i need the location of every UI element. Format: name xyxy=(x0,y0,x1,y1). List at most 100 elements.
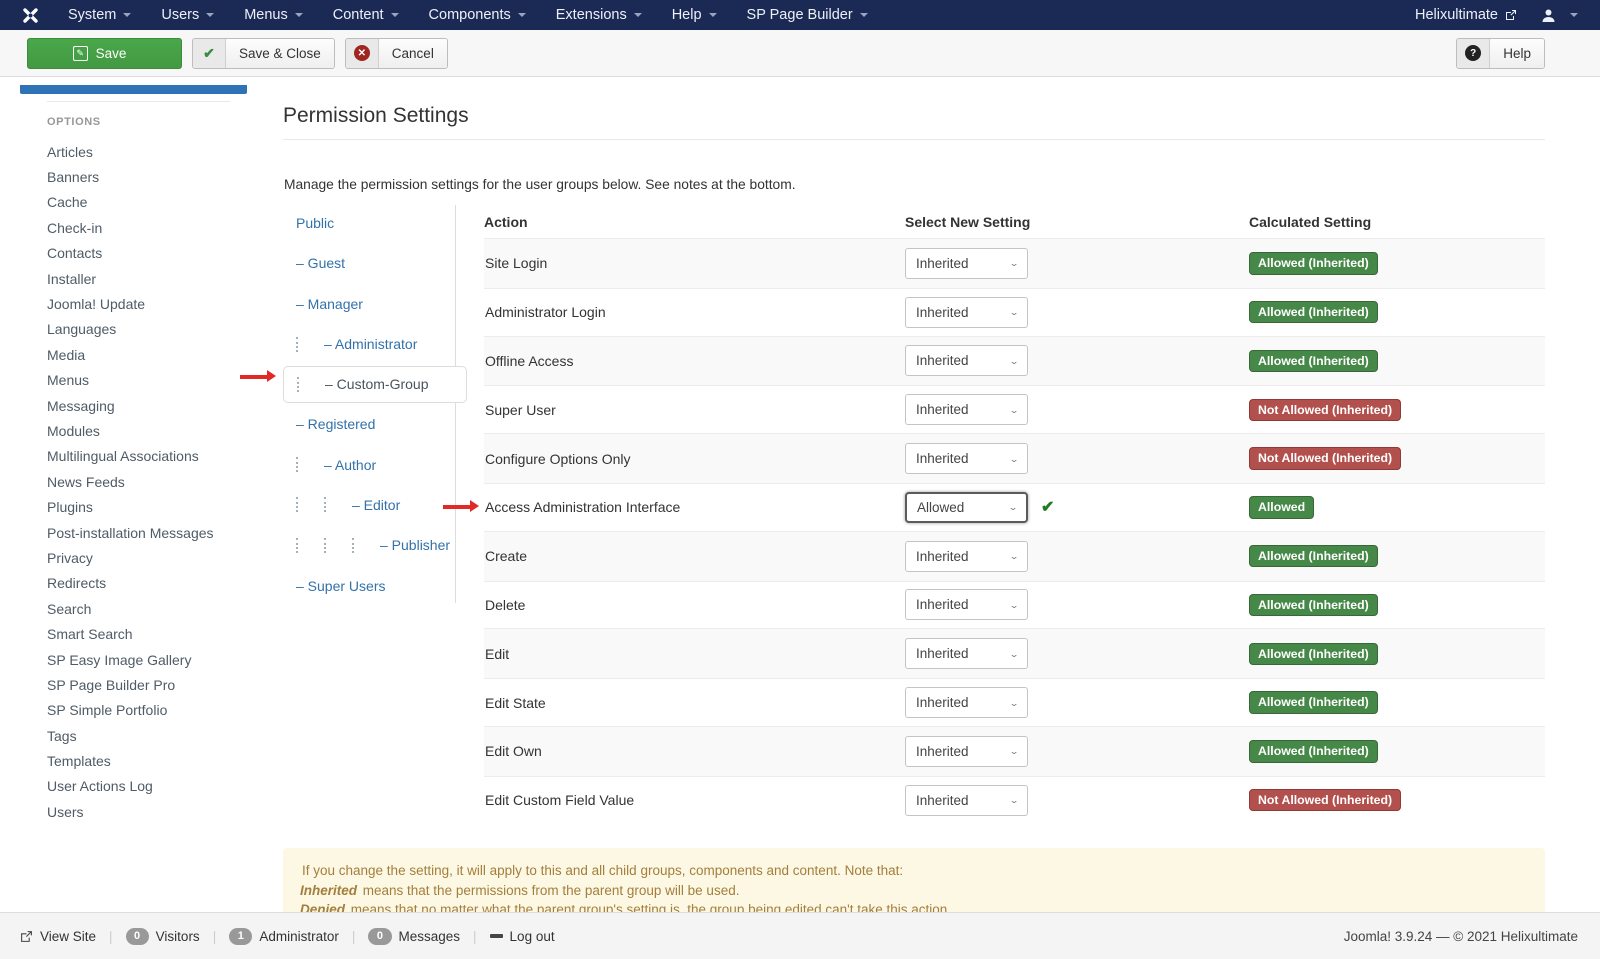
permission-row: Edit Inherited ⌄ ✔ Allowed (Inherited) xyxy=(484,629,1545,678)
menu-item[interactable]: Content xyxy=(318,0,414,30)
sidebar-item[interactable]: Articles xyxy=(47,139,262,164)
sidebar-item[interactable]: Media xyxy=(47,342,262,367)
group-link[interactable]: – Manager xyxy=(296,296,363,312)
group-link[interactable]: – Administrator xyxy=(324,336,417,352)
group-link[interactable]: – Publisher xyxy=(380,537,450,553)
sidebar-item[interactable]: Multilingual Associations xyxy=(47,444,262,469)
sidebar-item[interactable]: Check-in xyxy=(47,215,262,240)
sidebar-item[interactable]: Banners xyxy=(47,164,262,189)
sidebar-item[interactable]: Languages xyxy=(47,317,262,342)
sidebar-item[interactable]: Cache xyxy=(47,190,262,215)
administrator-status[interactable]: 1 Administrator xyxy=(229,928,339,945)
setting-select[interactable]: Inherited ⌄ xyxy=(905,297,1028,328)
sidebar-item[interactable]: Menus xyxy=(47,368,262,393)
group-link[interactable]: – Registered xyxy=(296,416,375,432)
sidebar-item[interactable]: SP Simple Portfolio xyxy=(47,698,262,723)
sidebar-item[interactable]: User Actions Log xyxy=(47,774,262,799)
sidebar-item[interactable]: SP Page Builder Pro xyxy=(47,672,262,697)
group-tree-item[interactable]: – Super Users xyxy=(283,565,455,605)
setting-select[interactable]: Inherited ⌄ xyxy=(905,443,1028,474)
setting-select-value: Inherited xyxy=(916,793,969,808)
sidebar-item-label: Modules xyxy=(47,423,100,439)
menu-item-label: Help xyxy=(672,7,702,23)
setting-select[interactable]: Inherited ⌄ xyxy=(905,638,1028,669)
sidebar-item[interactable]: Messaging xyxy=(47,393,262,418)
group-tree-item[interactable]: – Registered xyxy=(283,404,455,444)
setting-select[interactable]: Inherited ⌄ xyxy=(905,785,1028,816)
sidebar-item[interactable]: Post-installation Messages xyxy=(47,520,262,545)
sidebar-item-label: Post-installation Messages xyxy=(47,525,214,541)
group-tree-item[interactable]: – Administrator xyxy=(283,324,455,364)
select-chevron-icon: ⌄ xyxy=(1009,307,1019,317)
sidebar-item[interactable]: Installer xyxy=(47,266,262,291)
group-link[interactable]: – Guest xyxy=(296,255,345,271)
save-and-close-button[interactable]: ✔ Save & Close xyxy=(192,38,335,69)
permission-row: Site Login Inherited ⌄ ✔ Allowed (Inheri… xyxy=(484,239,1545,288)
setting-select-value: Inherited xyxy=(916,451,969,466)
tree-indent-bars xyxy=(297,377,325,392)
messages-count-badge: 0 xyxy=(368,928,391,945)
sidebar-item[interactable]: News Feeds xyxy=(47,469,262,494)
sidebar-item[interactable]: Tags xyxy=(47,723,262,748)
user-menu[interactable] xyxy=(1527,8,1600,23)
group-link[interactable]: – Author xyxy=(324,457,376,473)
calculated-setting-badge: Allowed (Inherited) xyxy=(1249,740,1378,762)
menu-item[interactable]: SP Page Builder xyxy=(732,0,883,30)
help-button[interactable]: ? Help xyxy=(1456,38,1545,69)
page-title: Permission Settings xyxy=(283,104,469,128)
logout-link[interactable]: Log out xyxy=(490,929,555,944)
sidebar-item[interactable]: Plugins xyxy=(47,494,262,519)
sidebar-item[interactable]: Users xyxy=(47,799,262,824)
setting-select[interactable]: Inherited ⌄ xyxy=(905,589,1028,620)
sidebar-item[interactable]: SP Easy Image Gallery xyxy=(47,647,262,672)
site-preview-link[interactable]: Helixultimate xyxy=(1405,7,1527,23)
sidebar-item[interactable]: Joomla! Update xyxy=(47,291,262,316)
group-tree-item[interactable]: – Custom-Group xyxy=(283,366,467,403)
sidebar-item[interactable]: Contacts xyxy=(47,241,262,266)
action-label: Edit State xyxy=(484,695,905,711)
changed-check-icon: ✔ xyxy=(1041,497,1054,517)
group-tree-item[interactable]: – Guest xyxy=(283,243,455,283)
group-tree-item[interactable]: – Publisher xyxy=(283,525,455,565)
save-button[interactable]: ✎ Save xyxy=(27,38,182,69)
save-button-label: Save xyxy=(88,46,137,61)
sidebar-item[interactable]: Redirects xyxy=(47,571,262,596)
setting-select[interactable]: Inherited ⌄ xyxy=(905,394,1028,425)
group-link[interactable]: – Custom-Group xyxy=(325,376,428,392)
menu-item[interactable]: Users xyxy=(146,0,229,30)
setting-select[interactable]: Inherited ⌄ xyxy=(905,687,1028,718)
group-link[interactable]: – Super Users xyxy=(296,578,385,594)
menu-item[interactable]: Menus xyxy=(229,0,318,30)
cancel-button[interactable]: ✕ Cancel xyxy=(345,38,448,69)
sidebar-item[interactable]: Modules xyxy=(47,418,262,443)
sidebar-selected-indicator[interactable] xyxy=(20,85,247,94)
sidebar-item[interactable]: Smart Search xyxy=(47,621,262,646)
save-edit-icon: ✎ xyxy=(73,46,88,61)
view-site-link[interactable]: View Site xyxy=(20,929,96,944)
group-tree-item[interactable]: – Author xyxy=(283,444,455,484)
menu-item[interactable]: Components xyxy=(414,0,541,30)
group-link[interactable]: Public xyxy=(296,215,334,231)
sidebar-item[interactable]: Search xyxy=(47,596,262,621)
group-tree-item[interactable]: Public xyxy=(283,203,455,243)
setting-select[interactable]: Inherited ⌄ xyxy=(905,736,1028,767)
messages-status[interactable]: 0 Messages xyxy=(368,928,460,945)
note-line: Inherited means that the permissions fro… xyxy=(300,881,1528,901)
setting-select[interactable]: Inherited ⌄ xyxy=(905,248,1028,279)
setting-select[interactable]: Inherited ⌄ xyxy=(905,345,1028,376)
setting-select[interactable]: Inherited ⌄ xyxy=(905,541,1028,572)
group-tree-item[interactable]: – Manager xyxy=(283,284,455,324)
calculated-setting-badge: Not Allowed (Inherited) xyxy=(1249,399,1401,421)
admin-menubar: System Users Menus Content Components xyxy=(0,0,1600,30)
sidebar-item[interactable]: Templates xyxy=(47,748,262,773)
group-tree-item[interactable]: – Editor xyxy=(283,485,455,525)
menu-item[interactable]: Extensions xyxy=(541,0,657,30)
sidebar-item[interactable]: Privacy xyxy=(47,545,262,570)
menu-item[interactable]: System xyxy=(53,0,146,30)
setting-select[interactable]: Allowed ⌄ xyxy=(905,492,1028,523)
visitors-status[interactable]: 0 Visitors xyxy=(126,928,200,945)
select-chevron-icon: ⌄ xyxy=(1009,551,1019,561)
group-link[interactable]: – Editor xyxy=(352,497,400,513)
menu-item[interactable]: Help xyxy=(657,0,732,30)
version-text: Joomla! 3.9.24 — © 2021 Helixultimate xyxy=(1344,929,1578,944)
